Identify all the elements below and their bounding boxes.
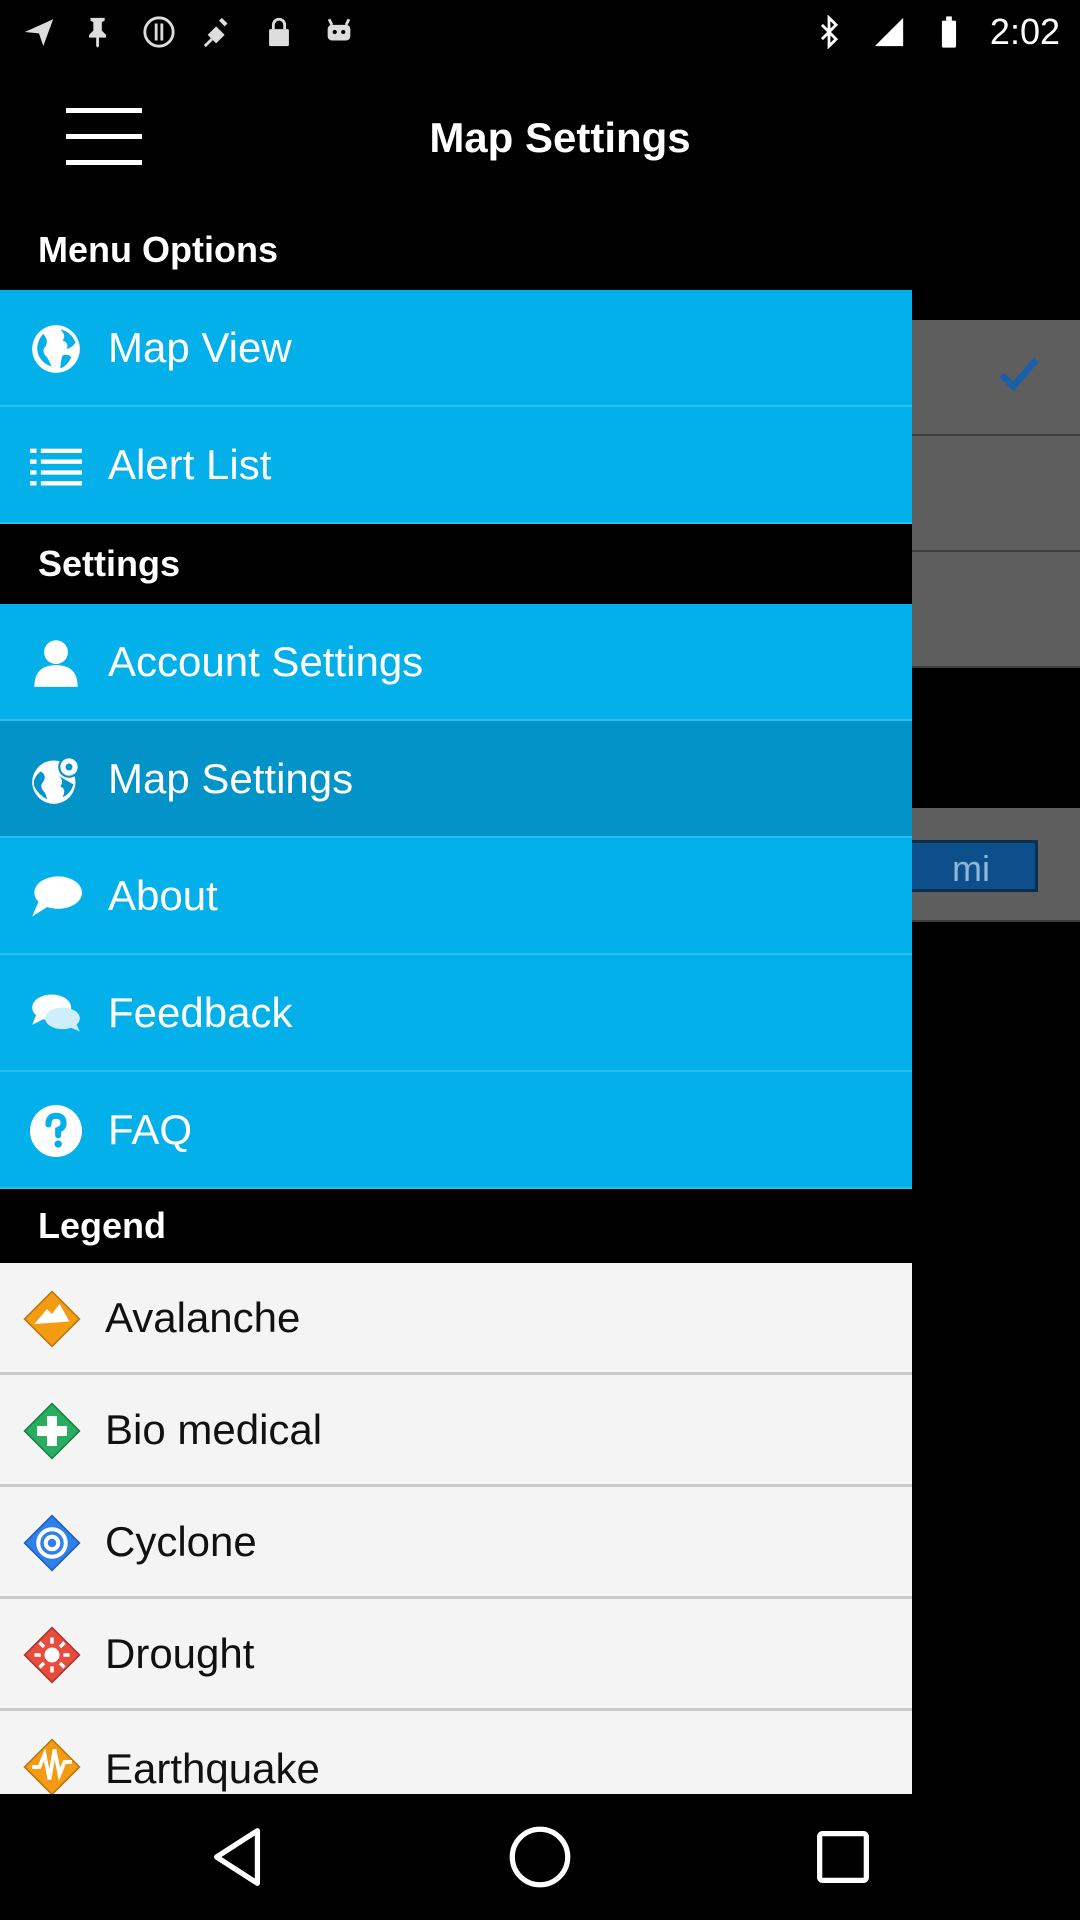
menu-item-map-view[interactable]: Map View	[0, 290, 912, 407]
clock: 2:02	[989, 11, 1060, 52]
globe-gear-icon	[32, 756, 80, 804]
pin-icon	[80, 13, 118, 51]
settings-item-feedback[interactable]: Feedback	[0, 955, 912, 1072]
settings-item-map-settings[interactable]: Map Settings	[0, 721, 912, 838]
settings-item-faq[interactable]: FAQ	[0, 1072, 912, 1189]
legend-item-avalanche[interactable]: Avalanche	[0, 1263, 912, 1375]
recents-button[interactable]	[808, 1822, 878, 1892]
navigation-bar	[0, 1794, 1080, 1920]
speech-bubble-icon	[32, 876, 82, 917]
legend-label: Cyclone	[105, 1518, 257, 1565]
alert-circle-icon	[140, 13, 178, 51]
home-button[interactable]	[505, 1822, 575, 1892]
menu-item-label: Map View	[108, 324, 292, 371]
status-bar: 2:02	[0, 0, 1080, 64]
bio-medical-icon	[23, 1402, 81, 1460]
unit-toggle: mi	[904, 840, 1038, 892]
globe-icon	[32, 325, 80, 373]
legend-item-cyclone[interactable]: Cyclone	[0, 1487, 912, 1599]
bluetooth-icon	[810, 13, 848, 51]
battery-icon	[930, 13, 968, 51]
settings-item-account-settings[interactable]: Account Settings	[0, 604, 912, 721]
page-title: Map Settings	[429, 114, 691, 161]
settings-item-about[interactable]: About	[0, 838, 912, 955]
list-icon	[30, 448, 82, 486]
back-button[interactable]	[202, 1822, 272, 1892]
title-bar: Map Settings	[0, 64, 1080, 210]
navigation-drawer: Menu Options Map View Alert List Setting…	[0, 210, 912, 1811]
legend-label: Bio medical	[105, 1406, 323, 1453]
navigation-arrow-icon	[20, 13, 58, 51]
background-option-2	[910, 436, 1080, 552]
settings-item-label: Account Settings	[108, 638, 424, 685]
checkmark-icon	[999, 357, 1039, 392]
avalanche-icon	[23, 1290, 81, 1348]
person-icon	[34, 640, 78, 687]
legend-label: Avalanche	[105, 1294, 301, 1341]
signal-icon	[870, 13, 908, 51]
recents-square-icon	[817, 1831, 869, 1883]
menu-options-header: Menu Options	[0, 210, 912, 290]
menu-item-label: Alert List	[108, 441, 272, 488]
android-icon	[320, 13, 358, 51]
legend-label: Drought	[105, 1630, 255, 1677]
settings-item-label: Map Settings	[108, 755, 354, 802]
legend-header: Legend	[0, 1189, 912, 1263]
menu-item-alert-list[interactable]: Alert List	[0, 407, 912, 524]
legend-item-drought[interactable]: Drought	[0, 1599, 912, 1711]
background-option-1	[910, 320, 1080, 436]
settings-item-label: Feedback	[108, 989, 293, 1036]
chat-bubbles-icon	[32, 994, 80, 1032]
legend-item-bio-medical[interactable]: Bio medical	[0, 1375, 912, 1487]
home-circle-icon	[509, 1826, 571, 1888]
settings-item-label: FAQ	[108, 1106, 193, 1153]
cyclone-icon	[23, 1514, 81, 1572]
settings-item-label: About	[108, 872, 218, 919]
background-option-3	[910, 552, 1080, 668]
earthquake-icon	[23, 1738, 81, 1796]
lock-icon	[260, 13, 298, 51]
fake-gps-icon	[200, 13, 238, 51]
question-icon	[30, 1105, 82, 1157]
back-triangle-icon	[213, 1828, 261, 1886]
drought-icon	[23, 1626, 81, 1684]
settings-header: Settings	[0, 524, 912, 604]
